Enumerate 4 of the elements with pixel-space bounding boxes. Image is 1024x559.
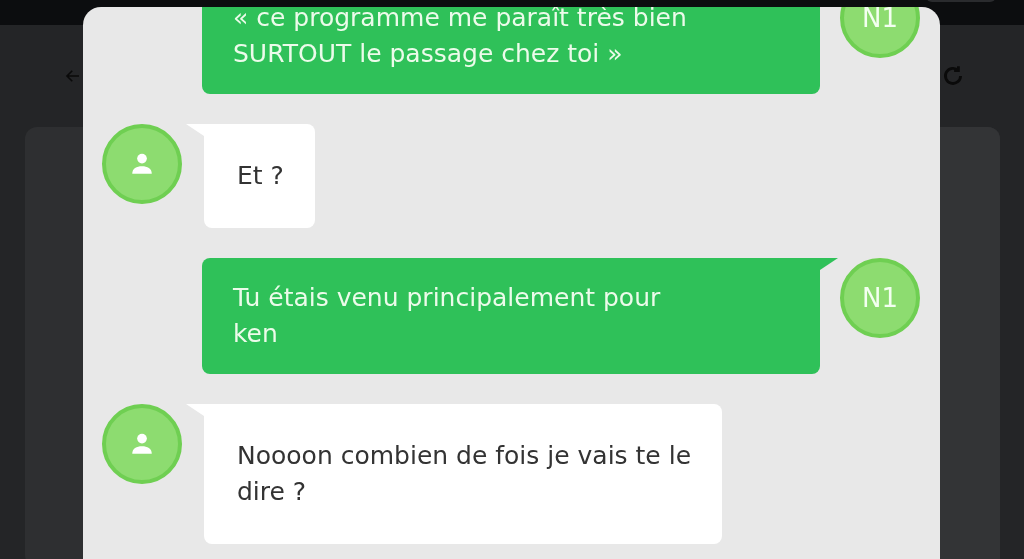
avatar-initials: N1 [840,7,920,58]
person-icon [129,151,155,177]
person-icon [129,431,155,457]
avatar-initials: N1 [840,258,920,338]
